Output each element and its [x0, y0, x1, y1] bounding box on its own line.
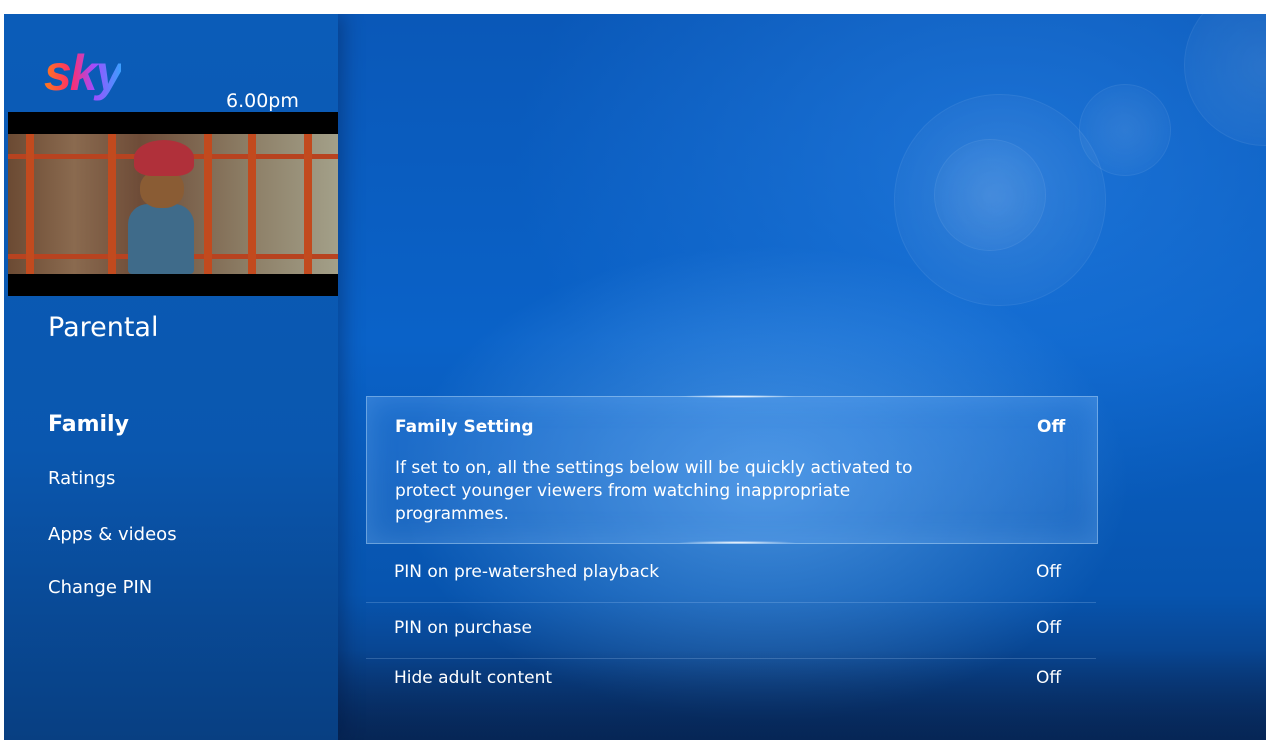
video-post: [304, 134, 312, 274]
pin-pre-watershed-label[interactable]: PIN on pre-watershed playback: [394, 562, 659, 582]
video-frame: [8, 134, 338, 274]
sky-logo: sky: [44, 45, 123, 101]
background-bokeh-small: [1079, 84, 1171, 176]
video-post: [108, 134, 116, 274]
family-setting-description: If set to on, all the settings below wil…: [395, 458, 913, 524]
highlight-glint-bottom: [677, 541, 797, 544]
sidebar-item-change-pin[interactable]: Change PIN: [48, 577, 152, 598]
sidebar-item-apps-videos[interactable]: Apps & videos: [48, 524, 177, 545]
video-post: [248, 134, 256, 274]
video-post: [204, 134, 212, 274]
pin-pre-watershed-value: Off: [1036, 562, 1062, 582]
hide-adult-content-label[interactable]: Hide adult content: [394, 668, 552, 688]
sidebar-item-ratings[interactable]: Ratings: [48, 468, 115, 489]
pin-on-purchase-label[interactable]: PIN on purchase: [394, 618, 532, 638]
pin-on-purchase-value: Off: [1036, 618, 1062, 638]
video-character-hat: [134, 140, 194, 176]
clock-time: 6.00pm: [226, 90, 299, 112]
row-divider: [366, 602, 1096, 603]
video-character-coat: [128, 204, 194, 274]
sidebar-item-family[interactable]: Family: [48, 412, 129, 437]
background-bokeh-inner: [934, 139, 1046, 251]
sidebar: sky 6.00pm Parental Family Ratings Apps …: [4, 14, 338, 740]
hide-adult-content-value: Off: [1036, 668, 1062, 688]
video-post: [26, 134, 34, 274]
section-title: Parental: [48, 312, 159, 343]
row-divider: [366, 658, 1096, 659]
family-setting-value: Off: [1037, 417, 1066, 437]
family-setting-label: Family Setting: [395, 417, 534, 437]
highlight-glint-top: [677, 395, 797, 398]
background-bokeh-corner: [1184, 14, 1266, 146]
sky-settings-screen: sky 6.00pm Parental Family Ratings Apps …: [4, 14, 1266, 740]
live-tv-preview[interactable]: [8, 112, 338, 296]
selected-setting-family[interactable]: Family Setting Off If set to on, all the…: [366, 395, 1098, 544]
